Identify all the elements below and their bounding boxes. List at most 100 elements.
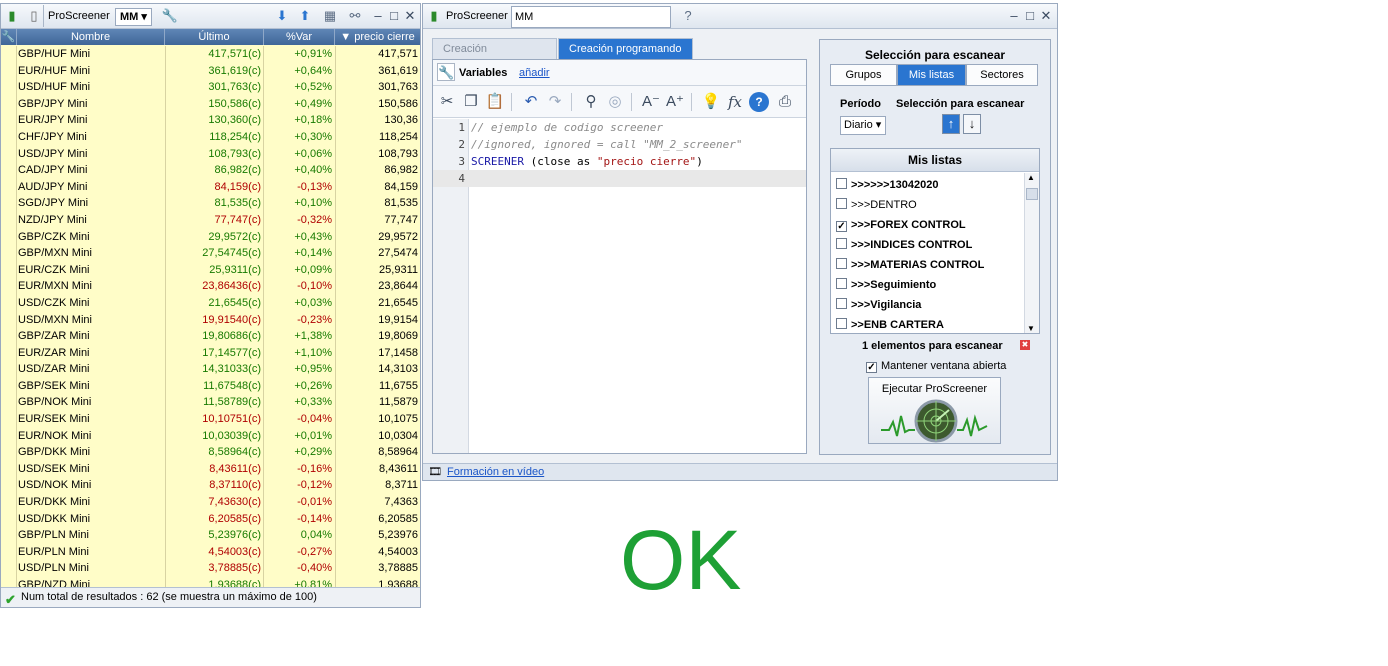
- period-select[interactable]: Diario ▾: [840, 116, 886, 135]
- list-item-checkbox[interactable]: [836, 318, 847, 329]
- wrench-icon[interactable]: 🔧: [437, 63, 455, 81]
- list-item-checkbox[interactable]: [836, 298, 847, 309]
- table-row[interactable]: GBP/SEK Mini 11,67548(c) +0,26% 11,6755: [1, 378, 420, 395]
- col-header-name[interactable]: Nombre: [17, 29, 165, 45]
- maximize-icon[interactable]: □: [387, 9, 401, 23]
- keep-window-open[interactable]: ✓ Mantener ventana abierta: [866, 360, 1006, 373]
- wrench-icon[interactable]: 🔧: [161, 7, 179, 25]
- list-item[interactable]: >>>MATERIAS CONTROL: [836, 255, 984, 275]
- list-item-checkbox[interactable]: [836, 198, 847, 209]
- list-item[interactable]: >>>Vigilancia: [836, 295, 921, 315]
- table-row[interactable]: CAD/JPY Mini 86,982(c) +0,40% 86,982: [1, 162, 420, 179]
- list-item[interactable]: >>ENB CARTERA: [836, 315, 944, 335]
- table-row[interactable]: USD/CZK Mini 21,6545(c) +0,03% 21,6545: [1, 295, 420, 312]
- minimize-icon[interactable]: –: [1007, 9, 1021, 23]
- help-icon[interactable]: ?: [749, 92, 769, 112]
- copy-icon[interactable]: ❐: [461, 92, 481, 112]
- table-row[interactable]: GBP/PLN Mini 5,23976(c) 0,04% 5,23976: [1, 527, 420, 544]
- table-row[interactable]: AUD/JPY Mini 84,159(c) -0,13% 84,159: [1, 179, 420, 196]
- thermometer-icon[interactable]: ▯: [25, 7, 43, 25]
- comment-icon[interactable]: ◎: [605, 92, 625, 112]
- table-row[interactable]: GBP/HUF Mini 417,571(c) +0,91% 417,571: [1, 46, 420, 63]
- table-row[interactable]: USD/JPY Mini 108,793(c) +0,06% 108,793: [1, 146, 420, 163]
- table-row[interactable]: EUR/PLN Mini 4,54003(c) -0,27% 4,54003: [1, 544, 420, 561]
- help-doc-icon[interactable]: ?: [679, 7, 697, 25]
- video-training-link[interactable]: Formación en vídeo: [447, 466, 544, 478]
- table-row[interactable]: NZD/JPY Mini 77,747(c) -0,32% 77,747: [1, 212, 420, 229]
- download-arrow-icon[interactable]: ⬇: [273, 7, 291, 25]
- maximize-icon[interactable]: □: [1023, 9, 1037, 23]
- table-row[interactable]: USD/DKK Mini 6,20585(c) -0,14% 6,20585: [1, 511, 420, 528]
- lists-scrollbar[interactable]: ▲ ▼: [1024, 173, 1039, 333]
- list-item[interactable]: >>>>>>13042020: [836, 175, 938, 195]
- keep-open-checkbox[interactable]: ✓: [866, 362, 877, 373]
- undo-icon[interactable]: ↶: [521, 92, 541, 112]
- scroll-up-icon[interactable]: ▲: [1027, 173, 1035, 182]
- list-item[interactable]: >>>INDICES CONTROL: [836, 235, 972, 255]
- grid-settings-icon[interactable]: 🔧: [1, 29, 17, 45]
- table-row[interactable]: EUR/NOK Mini 10,03039(c) +0,01% 10,0304: [1, 428, 420, 445]
- list-item[interactable]: >>>DENTRO: [836, 195, 917, 215]
- share-icon[interactable]: ⚯: [346, 7, 364, 25]
- layout-icon[interactable]: ▦: [321, 7, 339, 25]
- screener-name-input[interactable]: MM: [511, 6, 671, 28]
- list-item-checkbox[interactable]: [836, 258, 847, 269]
- add-variable-link[interactable]: añadir: [519, 67, 550, 79]
- table-row[interactable]: EUR/DKK Mini 7,43630(c) -0,01% 7,4363: [1, 494, 420, 511]
- results-grid[interactable]: GBP/HUF Mini 417,571(c) +0,91% 417,571 EUR/H…: [1, 46, 420, 588]
- scroll-thumb[interactable]: [1026, 188, 1038, 200]
- table-row[interactable]: USD/MXN Mini 19,91540(c) -0,23% 19,9154: [1, 312, 420, 329]
- run-proscreener-button[interactable]: Ejecutar ProScreener: [868, 377, 1001, 444]
- font-decrease-icon[interactable]: A⁻: [641, 92, 661, 112]
- table-row[interactable]: GBP/DKK Mini 8,58964(c) +0,29% 8,58964: [1, 444, 420, 461]
- cut-icon[interactable]: ✂: [437, 92, 457, 112]
- table-row[interactable]: GBP/ZAR Mini 19,80686(c) +1,38% 19,8069: [1, 328, 420, 345]
- candlestick-icon[interactable]: ▮: [425, 7, 443, 25]
- scroll-down-icon[interactable]: ▼: [1027, 324, 1035, 333]
- close-icon[interactable]: ✕: [1039, 9, 1053, 23]
- table-row[interactable]: EUR/MXN Mini 23,86436(c) -0,10% 23,8644: [1, 278, 420, 295]
- minimize-icon[interactable]: –: [371, 9, 385, 23]
- table-row[interactable]: USD/PLN Mini 3,78885(c) -0,40% 3,78885: [1, 560, 420, 577]
- list-item[interactable]: >>>Seguimiento: [836, 275, 936, 295]
- search-icon[interactable]: ⚲: [581, 92, 601, 112]
- table-row[interactable]: EUR/SEK Mini 10,10751(c) -0,04% 10,1075: [1, 411, 420, 428]
- print-icon[interactable]: ⎙: [775, 92, 795, 112]
- table-row[interactable]: GBP/JPY Mini 150,586(c) +0,49% 150,586: [1, 96, 420, 113]
- tab-simplified[interactable]: Creación simplificada: [432, 38, 557, 76]
- col-header-close[interactable]: ▼ precio cierre: [335, 29, 420, 45]
- table-row[interactable]: USD/HUF Mini 301,763(c) +0,52% 301,763: [1, 79, 420, 96]
- sort-down-button[interactable]: ↓: [963, 114, 981, 134]
- table-row[interactable]: EUR/CZK Mini 25,9311(c) +0,09% 25,9311: [1, 262, 420, 279]
- lightbulb-icon[interactable]: 💡: [701, 92, 721, 112]
- tab-programming[interactable]: Creación programando: [558, 38, 693, 59]
- upload-arrow-icon[interactable]: ⬆: [296, 7, 314, 25]
- list-item[interactable]: ✓ >>>FOREX CONTROL: [836, 215, 966, 235]
- list-select[interactable]: MM ▾: [115, 8, 152, 26]
- table-row[interactable]: SGD/JPY Mini 81,535(c) +0,10% 81,535: [1, 195, 420, 212]
- table-row[interactable]: EUR/ZAR Mini 17,14577(c) +1,10% 17,1458: [1, 345, 420, 362]
- segment-sectors[interactable]: Sectores: [966, 64, 1038, 86]
- table-row[interactable]: EUR/HUF Mini 361,619(c) +0,64% 361,619: [1, 63, 420, 80]
- table-row[interactable]: USD/SEK Mini 8,43611(c) -0,16% 8,43611: [1, 461, 420, 478]
- table-row[interactable]: USD/ZAR Mini 14,31033(c) +0,95% 14,3103: [1, 361, 420, 378]
- list-item-checkbox[interactable]: [836, 238, 847, 249]
- table-row[interactable]: EUR/JPY Mini 130,360(c) +0,18% 130,36: [1, 112, 420, 129]
- redo-icon[interactable]: ↷: [545, 92, 565, 112]
- list-item-checkbox[interactable]: [836, 178, 847, 189]
- table-row[interactable]: GBP/MXN Mini 27,54745(c) +0,14% 27,5474: [1, 245, 420, 262]
- table-row[interactable]: USD/NOK Mini 8,37110(c) -0,12% 8,3711: [1, 477, 420, 494]
- function-icon[interactable]: fx: [725, 92, 745, 112]
- close-icon[interactable]: ✕: [403, 9, 417, 23]
- code-area[interactable]: 1 // ejemplo de codigo screener 2 //igno…: [433, 119, 806, 453]
- table-row[interactable]: CHF/JPY Mini 118,254(c) +0,30% 118,254: [1, 129, 420, 146]
- col-header-last[interactable]: Último: [165, 29, 264, 45]
- candlestick-icon[interactable]: ▮: [3, 7, 21, 25]
- font-increase-icon[interactable]: A⁺: [665, 92, 685, 112]
- segment-groups[interactable]: Grupos: [830, 64, 897, 86]
- col-header-var[interactable]: %Var: [264, 29, 335, 45]
- paste-icon[interactable]: 📋: [485, 92, 505, 112]
- list-item-checkbox[interactable]: [836, 278, 847, 289]
- segment-my-lists[interactable]: Mis listas: [897, 64, 966, 86]
- remove-icon[interactable]: ✖: [1020, 340, 1030, 350]
